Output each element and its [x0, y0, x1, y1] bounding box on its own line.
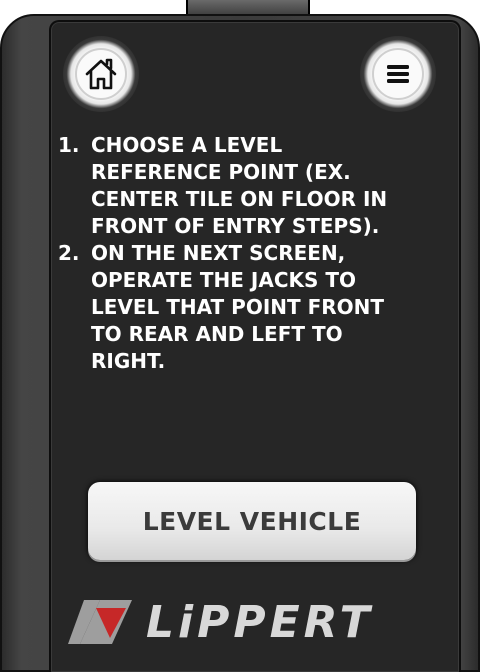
- instruction-text: ON THE NEXT SCREEN, OPERATE THE JACKS TO…: [91, 241, 385, 373]
- hamburger-menu-icon: [387, 65, 409, 83]
- instruction-list: 1. CHOOSE A LEVEL REFERENCE POINT (EX. C…: [58, 132, 418, 375]
- instruction-number: 2.: [58, 241, 80, 265]
- level-vehicle-button[interactable]: LEVEL VEHICLE: [88, 482, 416, 560]
- lippert-logo: LiPPERT: [66, 594, 446, 650]
- home-button[interactable]: [63, 36, 139, 112]
- instruction-item: 1. CHOOSE A LEVEL REFERENCE POINT (EX. C…: [58, 132, 418, 240]
- instruction-text: CHOOSE A LEVEL REFERENCE POINT (EX. CENT…: [91, 133, 388, 238]
- lippert-logo-text: LiPPERT: [146, 596, 374, 648]
- menu-button-face: [372, 48, 424, 100]
- instruction-number: 1.: [58, 133, 80, 157]
- lippert-logo-mark-icon: [68, 600, 132, 644]
- level-vehicle-label: LEVEL VEHICLE: [142, 506, 362, 536]
- instruction-item: 2. ON THE NEXT SCREEN, OPERATE THE JACKS…: [58, 240, 418, 375]
- home-icon: [85, 58, 117, 90]
- menu-button[interactable]: [360, 36, 436, 112]
- home-button-face: [75, 48, 127, 100]
